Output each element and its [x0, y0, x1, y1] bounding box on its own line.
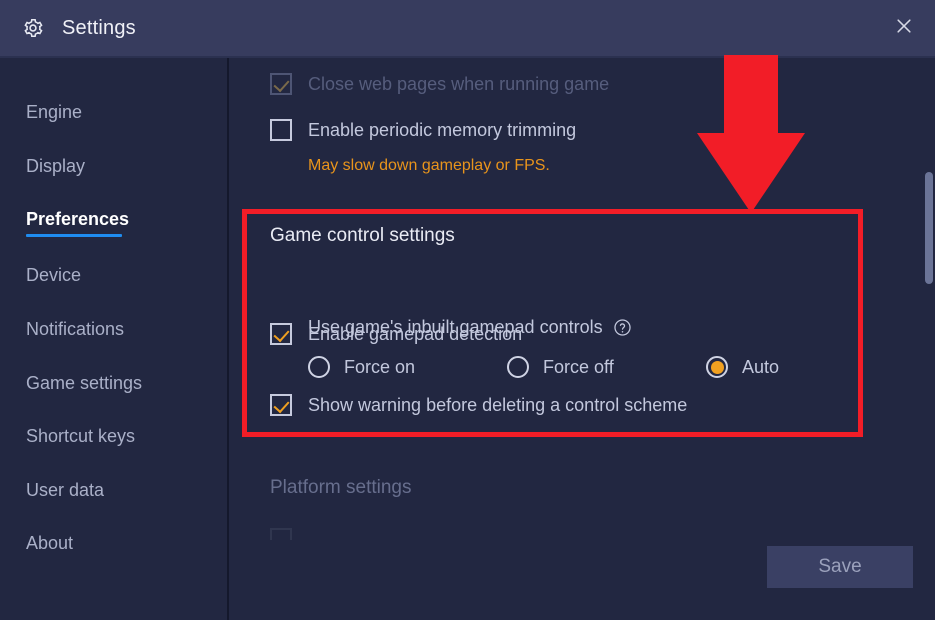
radio-force-on[interactable]: Force on [308, 356, 415, 378]
sidebar-item-notifications[interactable]: Notifications [26, 318, 124, 340]
close-web-pages-checkbox[interactable] [270, 73, 292, 95]
memory-trimming-hint: May slow down gameplay or FPS. [308, 157, 550, 174]
sidebar-item-user-data[interactable]: User data [26, 479, 104, 501]
sidebar-item-device[interactable]: Device [26, 264, 81, 286]
window-title: Settings [62, 16, 136, 39]
gamepad-detection-checkbox[interactable] [270, 323, 292, 345]
radio-force-off-label: Force off [543, 356, 614, 377]
platform-settings-section-title: Platform settings [270, 477, 412, 498]
content-scrollbar-thumb[interactable] [925, 172, 933, 284]
save-button[interactable]: Save [767, 546, 913, 588]
sidebar-item-about[interactable]: About [26, 532, 73, 554]
radio-auto-circle[interactable] [706, 356, 728, 378]
delete-warning-checkbox[interactable] [270, 394, 292, 416]
radio-force-on-circle[interactable] [308, 356, 330, 378]
sidebar-item-display[interactable]: Display [26, 155, 85, 177]
settings-window: Settings Engine Display Preferences Devi… [0, 0, 935, 620]
inbuilt-controls-label: Use game's inbuilt gamepad controls [308, 317, 603, 337]
close-button[interactable] [873, 0, 935, 56]
close-web-pages-row[interactable]: Close web pages when running game [270, 73, 609, 95]
help-circle-icon[interactable] [613, 318, 632, 337]
radio-auto-label: Auto [742, 356, 780, 377]
radio-force-off[interactable]: Force off [507, 356, 614, 378]
sidebar-item-shortcut-keys[interactable]: Shortcut keys [26, 425, 135, 447]
sidebar-active-indicator [26, 234, 122, 237]
titlebar: Settings [0, 0, 935, 56]
sidebar: Engine Display Preferences Device Notifi… [0, 58, 227, 620]
memory-trimming-checkbox[interactable] [270, 119, 292, 141]
gear-icon [22, 17, 44, 39]
memory-trimming-row[interactable]: Enable periodic memory trimming [270, 119, 576, 141]
sidebar-item-engine[interactable]: Engine [26, 101, 82, 123]
close-icon [894, 16, 914, 41]
close-web-pages-label: Close web pages when running game [308, 73, 610, 94]
content-scrollbar-track[interactable] [925, 58, 935, 620]
preferences-panel: Close web pages when running game Enable… [229, 58, 935, 620]
delete-warning-row[interactable]: Show warning before deleting a control s… [270, 394, 687, 416]
radio-auto[interactable]: Auto [706, 356, 779, 378]
memory-trimming-label: Enable periodic memory trimming [308, 119, 577, 140]
sidebar-item-preferences[interactable]: Preferences [26, 208, 129, 230]
radio-force-off-circle[interactable] [507, 356, 529, 378]
radio-force-on-label: Force on [344, 356, 416, 377]
sidebar-item-game-settings[interactable]: Game settings [26, 372, 142, 394]
game-control-section-title: Game control settings [270, 225, 455, 246]
platform-settings-checkbox-cutoff[interactable] [270, 528, 292, 540]
delete-warning-label: Show warning before deleting a control s… [308, 394, 688, 415]
inbuilt-controls-label-wrap: Use game's inbuilt gamepad controls [308, 317, 632, 338]
